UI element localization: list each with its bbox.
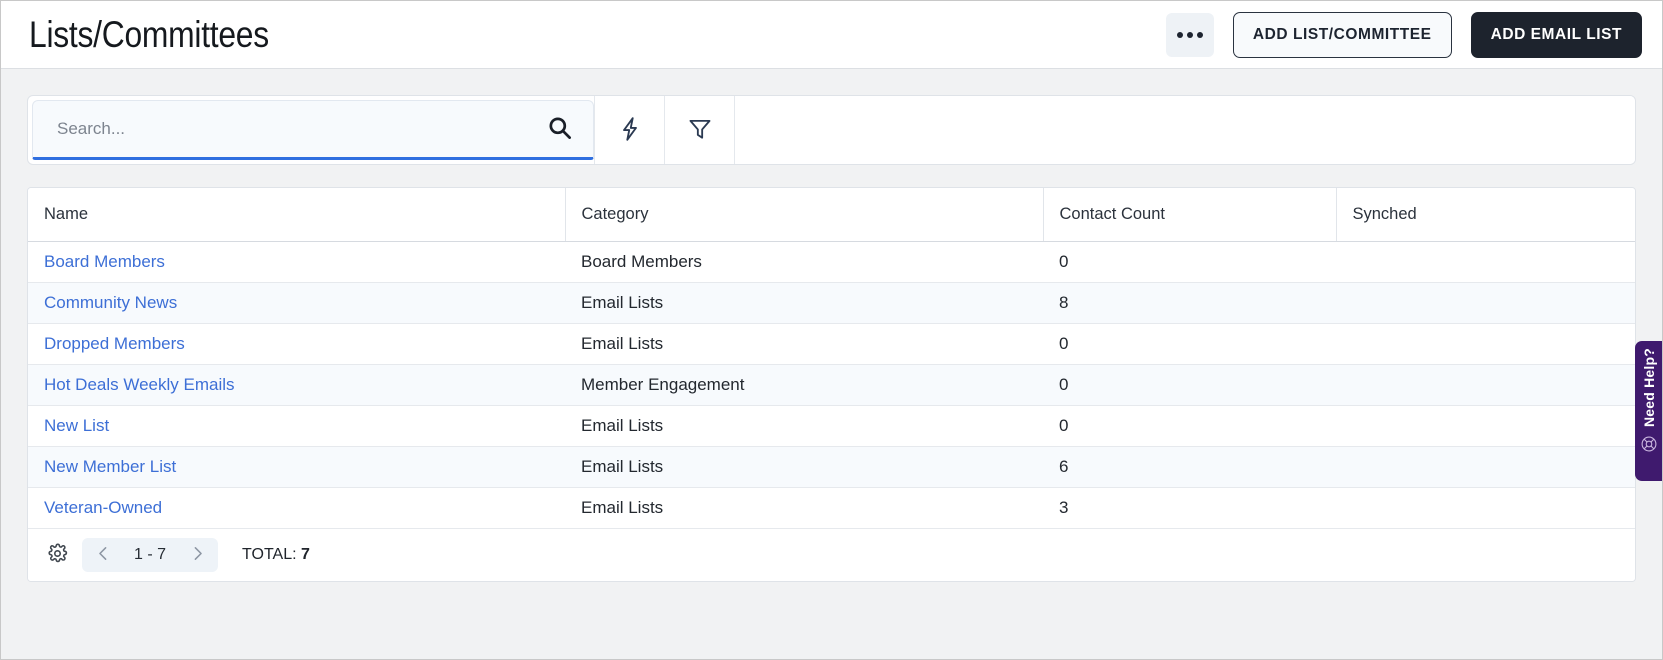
cell-synched (1336, 405, 1635, 447)
more-options-button[interactable] (1165, 12, 1214, 57)
grid-toolbar (27, 95, 1636, 165)
search-input[interactable] (57, 101, 542, 157)
cell-name: New Member List (28, 446, 565, 488)
grid-footer: 1 - 7 TOTAL: 7 (28, 528, 1635, 581)
lists-committees-page: Lists/Committees ADD LIST/COMMITTEE ADD … (0, 0, 1663, 660)
cell-name: Dropped Members (28, 323, 565, 365)
table-row: Community News Email Lists 8 (28, 282, 1635, 324)
list-name-link[interactable]: Community News (44, 293, 177, 312)
lightning-bolt-icon (617, 114, 643, 147)
kebab-menu-icon (1176, 31, 1203, 38)
cell-synched (1336, 364, 1635, 406)
list-name-link[interactable]: Board Members (44, 252, 165, 271)
list-name-link[interactable]: New Member List (44, 457, 176, 476)
page-title: Lists/Committees (29, 14, 269, 55)
cell-category: Email Lists (565, 487, 1043, 529)
toolbar-empty-space (734, 96, 1635, 164)
add-email-list-button[interactable]: ADD EMAIL LIST (1470, 11, 1642, 58)
column-header-name[interactable]: Name (28, 188, 566, 242)
cell-synched (1336, 323, 1635, 365)
cell-category: Email Lists (565, 405, 1043, 447)
search-submit-button[interactable] (542, 114, 577, 144)
need-help-label: Need Help? (1640, 348, 1657, 428)
list-name-link[interactable]: Veteran-Owned (44, 498, 162, 517)
list-name-link[interactable]: Dropped Members (44, 334, 185, 353)
page-header: Lists/Committees ADD LIST/COMMITTEE ADD … (1, 1, 1662, 69)
add-list-committee-button[interactable]: ADD LIST/COMMITTEE (1232, 11, 1452, 58)
gear-icon (47, 543, 68, 567)
pagination-control: 1 - 7 (82, 537, 219, 572)
search-icon (546, 114, 573, 144)
cell-name: Community News (28, 282, 565, 324)
page-range-label: 1 - 7 (134, 545, 167, 563)
next-page-button[interactable] (180, 538, 214, 572)
table-body: Board Members Board Members 0 Community … (28, 241, 1635, 529)
cell-synched (1336, 487, 1635, 529)
cell-synched (1336, 446, 1635, 488)
list-name-link[interactable]: New List (44, 416, 109, 435)
table-row: Dropped Members Email Lists 0 (28, 323, 1635, 365)
cell-name: New List (28, 405, 565, 447)
total-value: 7 (301, 545, 310, 563)
quick-action-button[interactable] (594, 96, 664, 164)
cell-contact-count: 3 (1043, 487, 1336, 529)
cell-synched (1336, 282, 1635, 324)
lifebuoy-icon (1640, 435, 1658, 458)
need-help-tab[interactable]: Need Help? (1635, 341, 1662, 481)
cell-category: Member Engagement (565, 364, 1043, 406)
cell-contact-count: 0 (1043, 323, 1336, 365)
chevron-right-icon (189, 545, 206, 565)
previous-page-button[interactable] (86, 538, 120, 572)
cell-category: Email Lists (565, 282, 1043, 324)
header-actions: ADD LIST/COMMITTEE ADD EMAIL LIST (1165, 11, 1642, 58)
cell-contact-count: 0 (1043, 241, 1336, 283)
table-row: Hot Deals Weekly Emails Member Engagemen… (28, 364, 1635, 406)
list-name-link[interactable]: Hot Deals Weekly Emails (44, 375, 235, 394)
cell-category: Board Members (565, 241, 1043, 283)
cell-category: Email Lists (565, 446, 1043, 488)
column-header-category[interactable]: Category (565, 188, 1044, 242)
cell-synched (1336, 241, 1635, 283)
cell-contact-count: 0 (1043, 364, 1336, 406)
grid-settings-button[interactable] (42, 540, 72, 570)
cell-name: Hot Deals Weekly Emails (28, 364, 565, 406)
cell-contact-count: 8 (1043, 282, 1336, 324)
cell-contact-count: 0 (1043, 405, 1336, 447)
total-count-label: TOTAL: 7 (242, 546, 310, 564)
cell-category: Email Lists (565, 323, 1043, 365)
total-prefix: TOTAL: (242, 545, 297, 563)
cell-name: Board Members (28, 241, 565, 283)
search-field-wrapper[interactable] (32, 100, 594, 160)
column-header-synched[interactable]: Synched (1336, 188, 1635, 242)
table-header-row: Name Category Contact Count Synched (28, 188, 1635, 242)
table-row: Veteran-Owned Email Lists 3 (28, 487, 1635, 529)
lists-table-card: Name Category Contact Count Synched Boar… (27, 187, 1636, 582)
lists-table: Name Category Contact Count Synched Boar… (28, 188, 1635, 529)
table-row: New List Email Lists 0 (28, 405, 1635, 447)
chevron-left-icon (95, 545, 112, 565)
filter-button[interactable] (664, 96, 734, 164)
column-header-contact-count[interactable]: Contact Count (1043, 188, 1337, 242)
cell-contact-count: 6 (1043, 446, 1336, 488)
page-body: Name Category Contact Count Synched Boar… (1, 69, 1662, 582)
cell-name: Veteran-Owned (28, 487, 565, 529)
funnel-filter-icon (687, 115, 713, 146)
table-row: New Member List Email Lists 6 (28, 446, 1635, 488)
table-row: Board Members Board Members 0 (28, 241, 1635, 283)
